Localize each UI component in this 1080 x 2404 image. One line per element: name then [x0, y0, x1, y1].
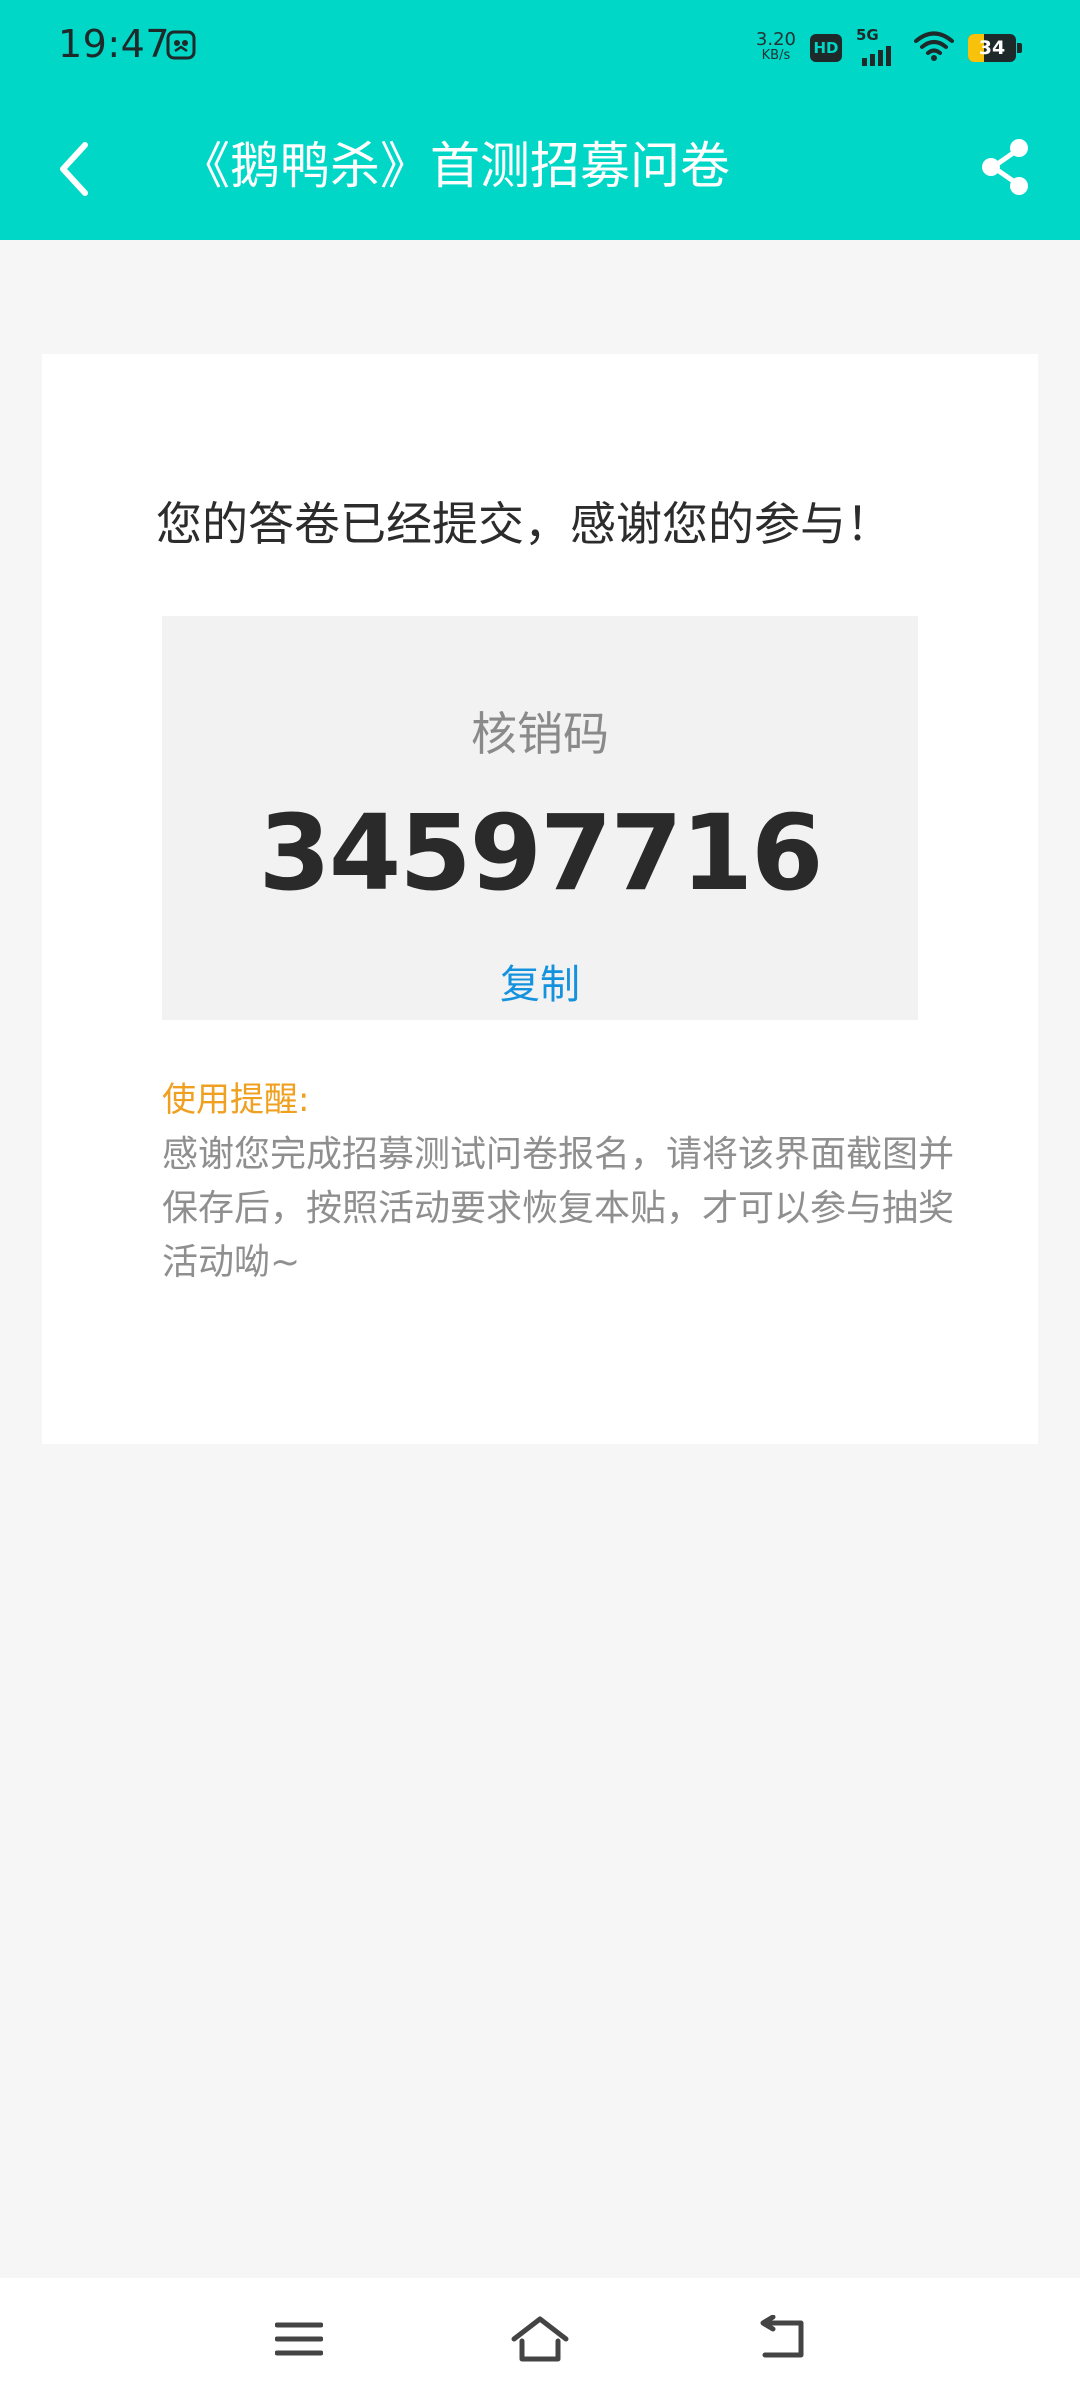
toolbar: 《鹅鸭杀》首测招募问卷 [0, 96, 1080, 240]
battery-level: 34 [978, 37, 1006, 59]
menu-button[interactable] [264, 2306, 334, 2376]
net-speed: 3.20 KB/s [755, 29, 796, 64]
net-speed-unit: KB/s [761, 48, 791, 63]
redemption-code-box: 核销码 34597716 复制 [162, 616, 918, 1020]
app-notification-icon [166, 30, 196, 60]
menu-icon [274, 2319, 324, 2363]
chevron-left-icon [55, 141, 95, 201]
wifi-icon [914, 30, 954, 66]
battery-icon: 34 [968, 34, 1022, 62]
tip-title: 使用提醒: [162, 1080, 310, 1120]
signal-icon: 5G [856, 26, 900, 68]
status-bar: 19:47 3.20 KB/s HD 5G 34 [0, 0, 1080, 96]
net-speed-value: 3.20 [755, 29, 796, 50]
status-time: 19:47 [58, 22, 171, 66]
hd-icon: HD [810, 34, 842, 62]
code-label: 核销码 [471, 707, 609, 761]
back-icon [755, 2314, 807, 2367]
result-card: 您的答卷已经提交，感谢您的参与！ 核销码 34597716 复制 使用提醒: 感… [42, 354, 1038, 1444]
copy-button[interactable]: 复制 [490, 952, 590, 1010]
code-value: 34597716 [258, 792, 824, 914]
home-icon [510, 2315, 570, 2367]
share-button[interactable] [970, 134, 1040, 204]
system-back-button[interactable] [746, 2306, 816, 2376]
home-button[interactable] [505, 2306, 575, 2376]
success-message: 您的答卷已经提交，感谢您的参与！ [156, 497, 892, 551]
page-title: 《鹅鸭杀》首测招募问卷 [180, 137, 730, 195]
back-button[interactable] [40, 136, 110, 206]
status-icons: 3.20 KB/s HD 5G 34 [755, 26, 1022, 68]
header: 19:47 3.20 KB/s HD 5G 34 《鹅鸭杀》首测招募问卷 [0, 0, 1080, 240]
share-icon [977, 137, 1033, 201]
navigation-bar [0, 2278, 1080, 2404]
tip-text: 感谢您完成招募测试问卷报名，请将该界面截图并保存后，按照活动要求恢复本贴，才可以… [162, 1134, 955, 1283]
